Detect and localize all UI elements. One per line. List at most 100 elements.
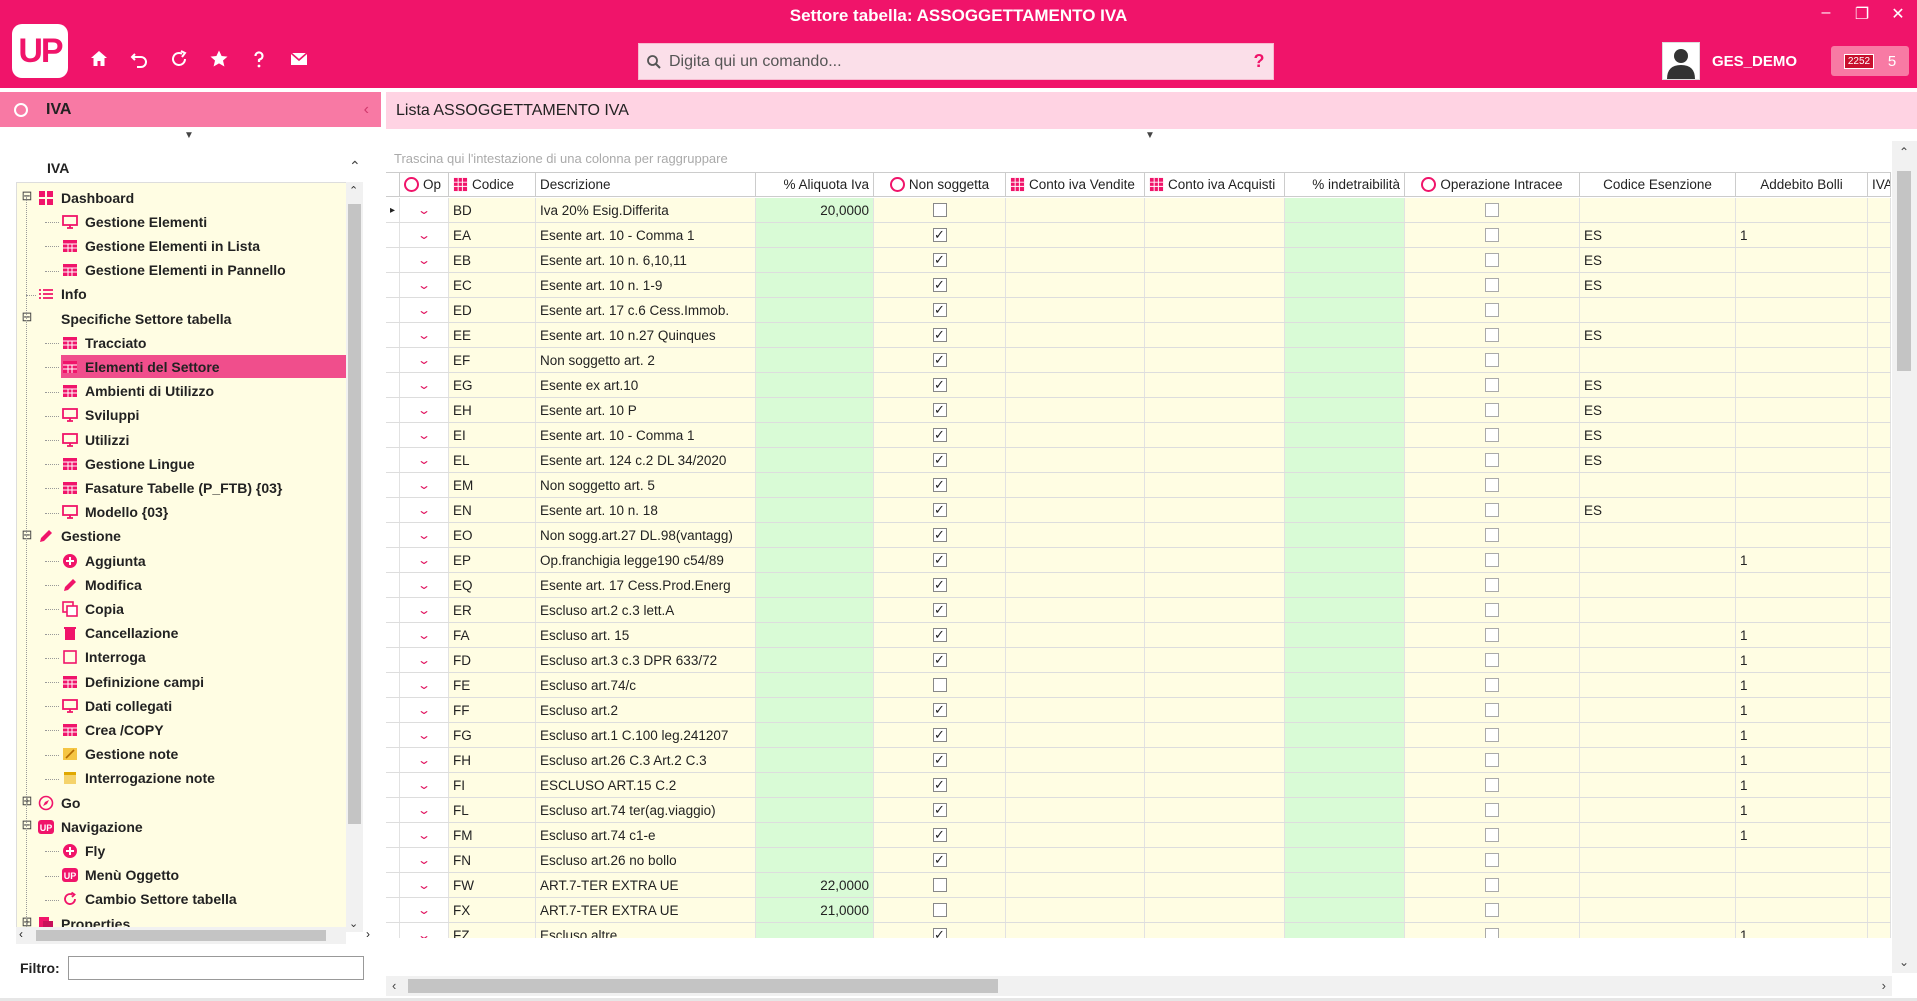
op-cell[interactable]: ⌄ (400, 223, 449, 247)
non-soggetta-checkbox[interactable]: ✓ (932, 353, 947, 367)
op-cell[interactable]: ⌄ (400, 273, 449, 297)
app-logo[interactable]: UP (12, 24, 68, 78)
table-row[interactable]: ⌄ EG Esente ex art.10 ✓ ES (386, 373, 1891, 398)
esenzione-cell[interactable] (1580, 198, 1736, 222)
intracee-cell[interactable] (1405, 248, 1580, 272)
intracee-checkbox[interactable] (1485, 378, 1499, 392)
indetraibilita-cell[interactable] (1285, 498, 1405, 522)
description-cell[interactable]: Escluso art.26 C.3 Art.2 C.3 (536, 748, 756, 772)
indetraibilita-cell[interactable] (1285, 848, 1405, 872)
intracee-cell[interactable] (1405, 498, 1580, 522)
intracee-cell[interactable] (1405, 823, 1580, 847)
intracee-checkbox[interactable] (1485, 778, 1499, 792)
conto-acquisti-cell[interactable] (1145, 398, 1285, 422)
chevron-down-icon[interactable]: ⌄ (417, 453, 431, 467)
bolli-cell[interactable]: 1 (1736, 548, 1868, 572)
conto-acquisti-cell[interactable] (1145, 448, 1285, 472)
conto-acquisti-cell[interactable] (1145, 523, 1285, 547)
conto-vendite-cell[interactable] (1006, 573, 1145, 597)
bolli-cell[interactable] (1736, 348, 1868, 372)
description-cell[interactable]: Escluso art.74/c (536, 673, 756, 697)
aliquota-cell[interactable] (756, 598, 874, 622)
intracee-cell[interactable] (1405, 573, 1580, 597)
column-header[interactable]: % indetraibilità (1285, 173, 1405, 197)
table-row[interactable]: ⌄ EM Non soggetto art. 5 ✓ (386, 473, 1891, 498)
conto-vendite-cell[interactable] (1006, 323, 1145, 347)
table-row[interactable]: ⌄ FE Escluso art.74/c 1 (386, 673, 1891, 698)
non-soggetta-checkbox[interactable]: ✓ (932, 403, 947, 417)
aliquota-cell[interactable] (756, 498, 874, 522)
column-header[interactable]: IVA (1868, 173, 1891, 197)
conto-acquisti-cell[interactable] (1145, 798, 1285, 822)
conto-vendite-cell[interactable] (1006, 773, 1145, 797)
non-soggetta-cell[interactable]: ✓ (874, 623, 1006, 647)
iva-cell[interactable] (1868, 673, 1891, 697)
intracee-cell[interactable] (1405, 548, 1580, 572)
op-cell[interactable]: ⌄ (400, 348, 449, 372)
indetraibilita-cell[interactable] (1285, 523, 1405, 547)
filter-input[interactable] (68, 956, 364, 980)
esenzione-cell[interactable] (1580, 723, 1736, 747)
esenzione-cell[interactable]: ES (1580, 248, 1736, 272)
indetraibilita-cell[interactable] (1285, 748, 1405, 772)
intracee-checkbox[interactable] (1485, 553, 1499, 567)
non-soggetta-cell[interactable]: ✓ (874, 323, 1006, 347)
non-soggetta-checkbox[interactable]: ✓ (932, 253, 947, 267)
non-soggetta-checkbox[interactable]: ✓ (932, 828, 947, 842)
intracee-checkbox[interactable] (1485, 228, 1499, 242)
iva-cell[interactable] (1868, 648, 1891, 672)
esenzione-cell[interactable] (1580, 873, 1736, 897)
table-row[interactable]: ⌄ FX ART.7-TER EXTRA UE 21,0000 (386, 898, 1891, 923)
conto-acquisti-cell[interactable] (1145, 423, 1285, 447)
intracee-cell[interactable] (1405, 273, 1580, 297)
esenzione-cell[interactable]: ES (1580, 273, 1736, 297)
tree-item[interactable]: Crea /COPY (61, 718, 164, 741)
non-soggetta-checkbox[interactable]: ✓ (932, 703, 947, 717)
non-soggetta-checkbox[interactable]: ✓ (932, 453, 947, 467)
tree-item[interactable]: Dashboard (37, 186, 134, 209)
non-soggetta-checkbox[interactable]: ✓ (932, 303, 947, 317)
indetraibilita-cell[interactable] (1285, 548, 1405, 572)
tree-item[interactable]: Gestione Elementi in Lista (61, 234, 260, 257)
bolli-cell[interactable] (1736, 498, 1868, 522)
indetraibilita-cell[interactable] (1285, 348, 1405, 372)
aliquota-cell[interactable] (756, 773, 874, 797)
non-soggetta-checkbox[interactable] (932, 878, 947, 892)
tree-item[interactable]: Ambienti di Utilizzo (61, 380, 214, 403)
tree-item[interactable]: Dati collegati (61, 694, 172, 717)
grid-horizontal-scrollbar[interactable]: ‹ › (386, 976, 1892, 996)
conto-vendite-cell[interactable] (1006, 448, 1145, 472)
chevron-down-icon[interactable]: ⌄ (417, 753, 431, 767)
non-soggetta-cell[interactable] (874, 898, 1006, 922)
esenzione-cell[interactable] (1580, 848, 1736, 872)
indetraibilita-cell[interactable] (1285, 373, 1405, 397)
code-cell[interactable]: EF (449, 348, 536, 372)
esenzione-cell[interactable] (1580, 598, 1736, 622)
table-row[interactable]: ⌄ FL Escluso art.74 ter(ag.viaggio) ✓ 1 (386, 798, 1891, 823)
bolli-cell[interactable] (1736, 373, 1868, 397)
conto-vendite-cell[interactable] (1006, 198, 1145, 222)
esenzione-cell[interactable] (1580, 748, 1736, 772)
intracee-checkbox[interactable] (1485, 653, 1499, 667)
conto-vendite-cell[interactable] (1006, 698, 1145, 722)
intracee-cell[interactable] (1405, 598, 1580, 622)
table-row[interactable]: ⌄ EA Esente art. 10 - Comma 1 ✓ ES 1 (386, 223, 1891, 248)
non-soggetta-cell[interactable]: ✓ (874, 773, 1006, 797)
code-cell[interactable]: EA (449, 223, 536, 247)
esenzione-cell[interactable] (1580, 823, 1736, 847)
code-cell[interactable]: EL (449, 448, 536, 472)
op-cell[interactable]: ⌄ (400, 398, 449, 422)
bolli-cell[interactable] (1736, 248, 1868, 272)
chevron-down-icon[interactable]: ⌄ (417, 653, 431, 667)
intracee-checkbox[interactable] (1485, 453, 1499, 467)
iva-cell[interactable] (1868, 398, 1891, 422)
description-cell[interactable]: Escluso art.2 c.3 lett.A (536, 598, 756, 622)
op-cell[interactable]: ⌄ (400, 298, 449, 322)
non-soggetta-checkbox[interactable]: ✓ (932, 578, 947, 592)
list-dropdown-icon[interactable]: ▼ (1145, 130, 1155, 141)
intracee-cell[interactable] (1405, 848, 1580, 872)
aliquota-cell[interactable] (756, 398, 874, 422)
conto-vendite-cell[interactable] (1006, 623, 1145, 647)
non-soggetta-cell[interactable]: ✓ (874, 373, 1006, 397)
iva-cell[interactable] (1868, 723, 1891, 747)
